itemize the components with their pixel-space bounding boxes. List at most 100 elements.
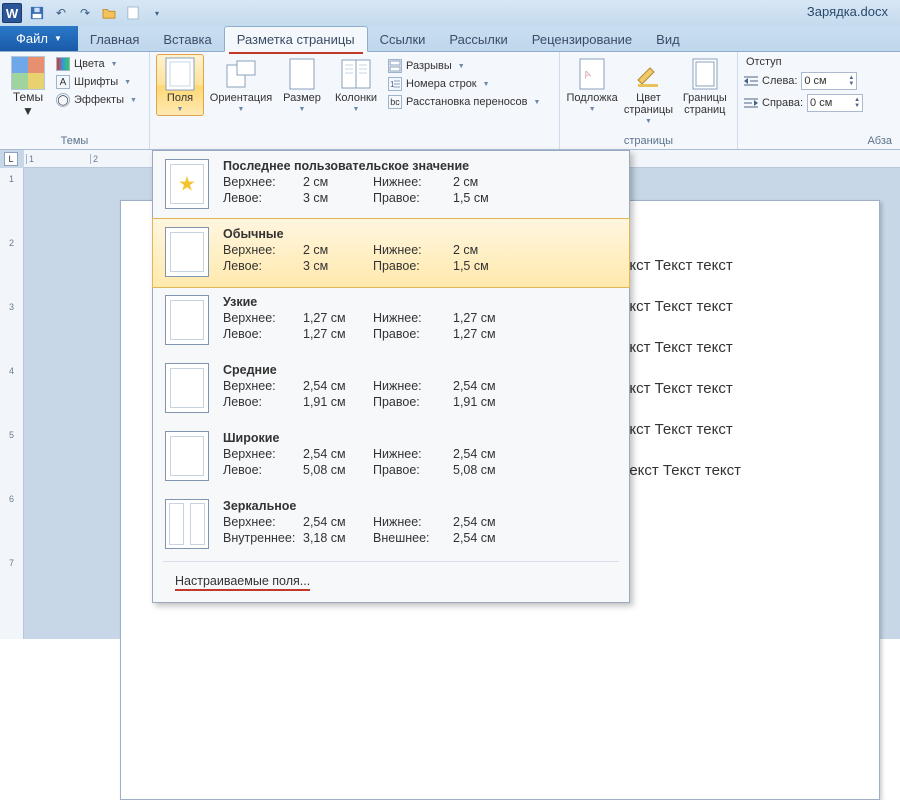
margins-value-cell: 5,08 см bbox=[303, 463, 373, 477]
qat-customize-icon[interactable]: ▾ bbox=[148, 4, 166, 22]
group-page-background: A Подложка ▼ Цвет страницы ▼ Границы стр… bbox=[560, 52, 738, 149]
margins-value-cell: 2,54 см bbox=[453, 531, 523, 545]
margins-value-cell: 2,54 см bbox=[303, 515, 373, 529]
margins-option[interactable]: СредниеВерхнее:2,54 смНижнее:2,54 смЛево… bbox=[153, 355, 629, 423]
margins-option-text: Обычные Верхнее:2 смНижнее:2 смЛевое:3 см… bbox=[223, 227, 617, 277]
word-app-icon[interactable]: W bbox=[2, 3, 22, 23]
margins-button[interactable]: Поля ▼ bbox=[156, 54, 204, 116]
margins-value-cell: 5,08 см bbox=[453, 463, 523, 477]
indent-left-input[interactable]: 0 см ▲▼ bbox=[801, 72, 857, 90]
tab-review[interactable]: Рецензирование bbox=[520, 27, 644, 51]
chevron-down-icon: ▼ bbox=[483, 81, 490, 88]
indent-right-label: Справа: bbox=[762, 97, 803, 109]
custom-margins-label: Настраиваемые поля... bbox=[175, 574, 310, 591]
hyphenation-button[interactable]: bc Расстановка переносов ▼ bbox=[386, 94, 542, 110]
workspace: L 1 2 3 4 5 6 1 2 3 4 5 6 7 екст Текст т… bbox=[0, 150, 900, 639]
line-numbers-label: Номера строк bbox=[406, 78, 477, 90]
size-button[interactable]: Размер ▼ bbox=[278, 54, 326, 113]
indent-right-icon bbox=[744, 97, 758, 109]
margins-value-cell: 3,18 см bbox=[303, 531, 373, 545]
margins-value-cell: Нижнее: bbox=[373, 379, 453, 393]
ruler-tick: 4 bbox=[9, 366, 14, 376]
columns-label: Колонки bbox=[335, 92, 377, 104]
vertical-ruler[interactable]: 1 2 3 4 5 6 7 bbox=[0, 168, 24, 639]
line-numbers-button[interactable]: 1 Номера строк ▼ bbox=[386, 76, 542, 92]
theme-colors-button[interactable]: Цвета ▼ bbox=[54, 56, 139, 72]
ruler-tick: 5 bbox=[9, 430, 14, 440]
colors-icon bbox=[56, 57, 70, 71]
margins-option[interactable]: ЗеркальноеВерхнее:2,54 смНижнее:2,54 смВ… bbox=[153, 491, 629, 559]
chevron-down-icon: ▼ bbox=[238, 106, 245, 113]
star-icon: ★ bbox=[178, 172, 196, 197]
margins-value-cell: 1,27 см bbox=[453, 327, 523, 341]
chevron-down-icon: ▼ bbox=[54, 34, 62, 43]
margins-option-values: Верхнее:2,54 смНижнее:2,54 смВнутреннее:… bbox=[223, 515, 617, 545]
margins-option[interactable]: ШирокиеВерхнее:2,54 смНижнее:2,54 смЛево… bbox=[153, 423, 629, 491]
margins-option-title: Средние bbox=[223, 363, 617, 377]
tab-insert[interactable]: Вставка bbox=[151, 27, 223, 51]
spinner-arrows-icon[interactable]: ▲▼ bbox=[848, 75, 854, 87]
themes-button[interactable]: Темы ▼ bbox=[6, 54, 50, 118]
undo-icon[interactable]: ↶ bbox=[52, 4, 70, 22]
indent-extra-label: Абза bbox=[744, 133, 894, 149]
margins-option[interactable]: Обычные Верхнее:2 смНижнее:2 смЛевое:3 см… bbox=[152, 218, 630, 288]
margins-option-icon bbox=[165, 363, 209, 413]
group-page-setup-label bbox=[156, 133, 553, 149]
quick-access-toolbar: W ↶ ↷ ▾ bbox=[0, 3, 166, 23]
chevron-down-icon: ▼ bbox=[130, 97, 137, 104]
margins-option-values: Верхнее:2 смНижнее:2 смЛевое:3 смПравое:… bbox=[223, 175, 617, 205]
margins-option-icon bbox=[165, 227, 209, 277]
watermark-button[interactable]: A Подложка ▼ bbox=[566, 54, 618, 113]
size-label: Размер bbox=[283, 92, 321, 104]
tab-page-layout[interactable]: Разметка страницы bbox=[224, 26, 368, 52]
tab-references[interactable]: Ссылки bbox=[368, 27, 438, 51]
margins-value-cell: 1,27 см bbox=[303, 311, 373, 325]
margins-option-title: Последнее пользовательское значение bbox=[223, 159, 617, 173]
margins-value-cell: 2,54 см bbox=[453, 379, 523, 393]
page-color-button[interactable]: Цвет страницы ▼ bbox=[622, 54, 674, 125]
theme-effects-button[interactable]: ◯ Эффекты ▼ bbox=[54, 92, 139, 108]
margins-value-cell: Правое: bbox=[373, 191, 453, 205]
margins-option-values: Верхнее:2 смНижнее:2 смЛевое:3 смПравое:… bbox=[223, 243, 617, 273]
watermark-icon: A bbox=[576, 58, 608, 90]
ribbon: Темы ▼ Цвета ▼ A Шрифты ▼ ◯ Эффекты ▼ bbox=[0, 52, 900, 150]
size-icon bbox=[286, 58, 318, 90]
margins-option-title: Узкие bbox=[223, 295, 617, 309]
indent-left-label: Слева: bbox=[762, 75, 797, 87]
margins-value-cell: 1,5 см bbox=[453, 191, 523, 205]
theme-colors-label: Цвета bbox=[74, 58, 105, 70]
tab-mailings[interactable]: Рассылки bbox=[437, 27, 519, 51]
margins-value-cell: Внутреннее: bbox=[223, 531, 303, 545]
breaks-button[interactable]: Разрывы ▼ bbox=[386, 58, 542, 74]
hyphenation-icon: bc bbox=[388, 95, 402, 109]
margins-option[interactable]: ★ Последнее пользовательское значение Верх… bbox=[153, 151, 629, 219]
tab-file[interactable]: Файл ▼ bbox=[0, 26, 78, 51]
margins-option-title: Обычные bbox=[223, 227, 617, 241]
line-numbers-icon: 1 bbox=[388, 77, 402, 91]
tab-view[interactable]: Вид bbox=[644, 27, 692, 51]
margins-label: Поля bbox=[167, 92, 193, 104]
open-icon[interactable] bbox=[100, 4, 118, 22]
orientation-button[interactable]: Ориентация ▼ bbox=[208, 54, 274, 113]
columns-button[interactable]: Колонки ▼ bbox=[330, 54, 382, 113]
page-borders-button[interactable]: Границы страниц bbox=[679, 54, 731, 116]
theme-fonts-button[interactable]: A Шрифты ▼ bbox=[54, 74, 139, 90]
margins-option-text: СредниеВерхнее:2,54 смНижнее:2,54 смЛево… bbox=[223, 363, 617, 413]
margins-value-cell: 2,54 см bbox=[453, 447, 523, 461]
spinner-arrows-icon[interactable]: ▲▼ bbox=[854, 97, 860, 109]
custom-margins-button[interactable]: Настраиваемые поля... bbox=[153, 564, 629, 602]
tab-stop-selector[interactable]: L bbox=[4, 152, 18, 166]
margins-value-cell: Нижнее: bbox=[373, 243, 453, 257]
chevron-down-icon: ▼ bbox=[22, 104, 34, 118]
tab-home[interactable]: Главная bbox=[78, 27, 151, 51]
redo-icon[interactable]: ↷ bbox=[76, 4, 94, 22]
margins-option[interactable]: УзкиеВерхнее:1,27 смНижнее:1,27 смЛевое:… bbox=[153, 287, 629, 355]
page-color-label: Цвет страницы bbox=[622, 92, 674, 116]
margins-value-cell: Нижнее: bbox=[373, 311, 453, 325]
save-icon[interactable] bbox=[28, 4, 46, 22]
themes-label: Темы bbox=[13, 90, 43, 104]
indent-right-input[interactable]: 0 см ▲▼ bbox=[807, 94, 863, 112]
new-icon[interactable] bbox=[124, 4, 142, 22]
chevron-down-icon: ▼ bbox=[533, 99, 540, 106]
group-themes-label: Темы bbox=[6, 133, 143, 149]
